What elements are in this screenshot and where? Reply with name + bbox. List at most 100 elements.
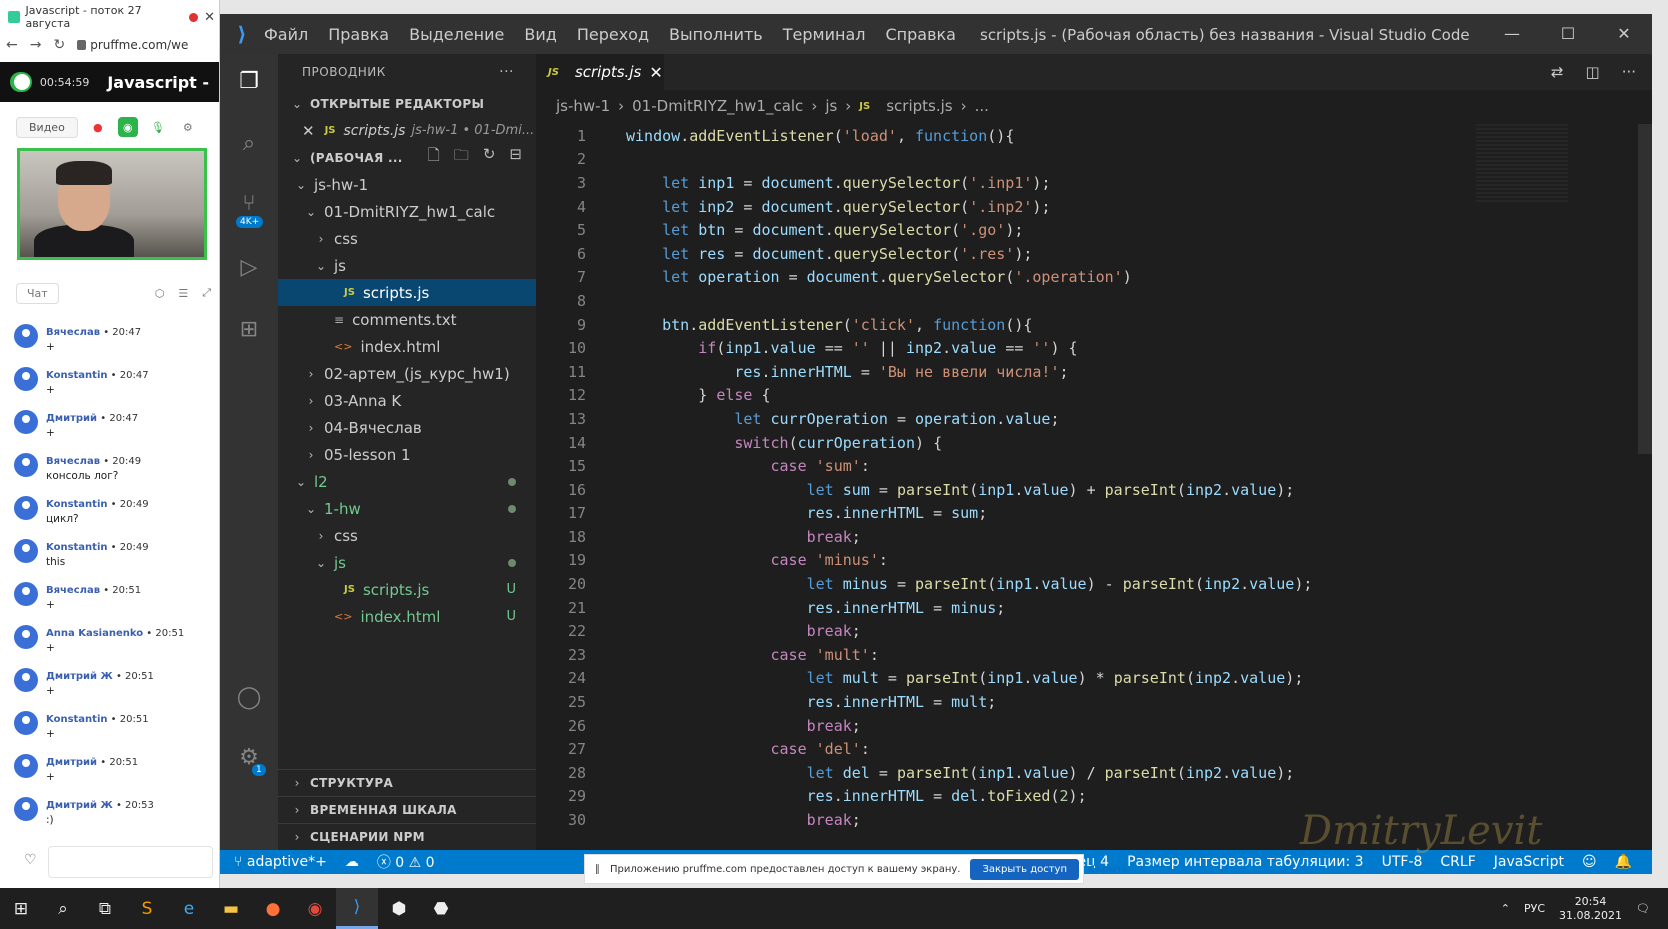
explorer-icon[interactable]: ❐ <box>232 64 266 98</box>
end-of-line[interactable]: CRLF <box>1440 854 1475 870</box>
record-icon[interactable]: ● <box>88 117 108 137</box>
tree-item[interactable]: JS scripts.js <box>278 279 536 306</box>
address-bar[interactable]: pruffme.com/we <box>77 38 188 52</box>
chat-tab[interactable]: Чат <box>16 282 59 304</box>
maximize-icon[interactable]: ☐ <box>1540 14 1596 54</box>
breadcrumb-item[interactable]: scripts.js <box>886 97 952 115</box>
more-actions-icon[interactable]: ··· <box>499 64 514 80</box>
settings-icon[interactable]: ⚙ <box>178 117 198 137</box>
close-tab-icon[interactable]: ✕ <box>649 63 662 82</box>
menu-item[interactable]: Терминал <box>783 25 866 44</box>
feedback-icon[interactable]: ☺ <box>1582 854 1597 870</box>
tree-item[interactable]: › 03-Anna K <box>278 387 536 414</box>
close-editor-icon[interactable]: ✕ <box>302 122 315 140</box>
account-icon[interactable]: ◯ <box>232 680 266 714</box>
tree-item[interactable]: ⌄ 01-DmitRIYZ_hw1_calc <box>278 198 536 225</box>
tab-size[interactable]: Размер интервала табуляции: 3 <box>1127 854 1364 870</box>
new-folder-icon[interactable]: 🗀 <box>454 145 469 170</box>
windows-start-icon[interactable]: ⊞ <box>0 888 42 929</box>
minimap[interactable] <box>1476 124 1568 204</box>
refresh-icon[interactable]: ↻ <box>483 145 496 170</box>
tree-item[interactable]: <> index.html U <box>278 603 536 630</box>
back-icon[interactable]: ← <box>6 37 18 53</box>
tree-item[interactable]: › css <box>278 522 536 549</box>
reload-icon[interactable]: ↻ <box>53 37 65 53</box>
sublime-text-icon[interactable]: S <box>126 888 168 929</box>
open-editor-item[interactable]: ✕ JS scripts.js js-hw-1 • 01-Dmi... <box>278 117 536 144</box>
extensions-icon[interactable]: ⊞ <box>232 312 266 346</box>
tab-scripts-js[interactable]: JS scripts.js ✕ <box>536 54 664 90</box>
tree-item[interactable]: JS scripts.js U <box>278 576 536 603</box>
app2-icon[interactable]: ⬣ <box>420 888 462 929</box>
breadcrumb-item[interactable]: 01-DmitRIYZ_hw1_calc <box>632 97 803 115</box>
minimize-icon[interactable]: — <box>1484 14 1540 54</box>
open-editors-section[interactable]: ⌄ ОТКРЫТЫЕ РЕДАКТОРЫ <box>278 90 536 117</box>
problems-item[interactable]: ⓧ 0 ⚠ 0 <box>377 852 435 872</box>
search-icon[interactable]: ⌕ <box>232 126 266 160</box>
panel-section[interactable]: › СЦЕНАРИИ NPM <box>278 823 536 850</box>
tree-item[interactable]: ⌄ l2 <box>278 468 536 495</box>
heart-icon[interactable]: ♡ <box>24 852 37 868</box>
collapse-all-icon[interactable]: ⊟ <box>509 145 522 170</box>
breadcrumb-item[interactable]: js <box>825 97 837 115</box>
tray-chevron-icon[interactable]: ⌃ <box>1501 902 1510 915</box>
expand-icon[interactable]: ⤢ <box>202 286 211 300</box>
chrome-icon[interactable]: ◉ <box>294 888 336 929</box>
task-view-icon[interactable]: ⧉ <box>84 888 126 929</box>
tree-item[interactable]: ⌄ js-hw-1 <box>278 171 536 198</box>
tree-item[interactable]: ≡ comments.txt <box>278 306 536 333</box>
video-tab[interactable]: Видео <box>16 116 78 138</box>
stop-sharing-button[interactable]: Закрыть доступ <box>970 858 1079 880</box>
workspace-section[interactable]: ⌄ (РАБОЧАЯ ... 🗋 🗀 ↻ ⊟ <box>278 144 536 171</box>
menu-item[interactable]: Правка <box>328 25 389 44</box>
menu-item[interactable]: Вид <box>524 25 556 44</box>
app-icon[interactable]: ⬢ <box>378 888 420 929</box>
search-icon[interactable]: ⌕ <box>42 888 84 929</box>
firefox-icon[interactable]: ● <box>252 888 294 929</box>
menu-item[interactable]: Справка <box>885 25 956 44</box>
breadcrumb-item[interactable]: ... <box>975 97 989 115</box>
clock[interactable]: 20:54 31.08.2021 <box>1559 895 1622 923</box>
broadcast-toggle[interactable] <box>10 72 32 92</box>
compare-icon[interactable]: ⇄ <box>1551 63 1564 81</box>
breadcrumb-item[interactable]: js-hw-1 <box>556 97 610 115</box>
close-tab-icon[interactable]: ✕ <box>204 10 215 25</box>
code-editor[interactable]: 1 window.addEventListener('load', functio… <box>536 124 1466 832</box>
encoding[interactable]: UTF-8 <box>1382 854 1423 870</box>
tree-item[interactable]: ⌄ 1-hw <box>278 495 536 522</box>
close-window-icon[interactable]: ✕ <box>1596 14 1652 54</box>
language-mode[interactable]: JavaScript <box>1494 854 1564 870</box>
new-file-icon[interactable]: 🗋 <box>428 145 440 170</box>
tree-item[interactable]: › 05-lesson 1 <box>278 441 536 468</box>
menu-item[interactable]: Выполнить <box>669 25 763 44</box>
more-icon[interactable]: ··· <box>1622 63 1636 81</box>
microphone-icon[interactable]: 🎙 <box>148 117 168 137</box>
tree-item[interactable]: › 04-Вячеслав <box>278 414 536 441</box>
source-control-icon[interactable]: ⑂ <box>232 186 266 220</box>
split-editor-icon[interactable]: ◫ <box>1586 63 1600 81</box>
panel-section[interactable]: › ВРЕМЕННАЯ ШКАЛА <box>278 796 536 823</box>
menu-icon[interactable]: ☰ <box>178 287 188 300</box>
notification-center-icon[interactable]: 🗨 <box>1636 902 1650 915</box>
forward-icon[interactable]: → <box>30 37 42 53</box>
hide-button[interactable]: Скрыть <box>1089 864 1128 875</box>
panel-section[interactable]: › СТРУКТУРА <box>278 769 536 796</box>
tree-item[interactable]: <> index.html <box>278 333 536 360</box>
tree-item[interactable]: › css <box>278 225 536 252</box>
menu-item[interactable]: Файл <box>264 25 308 44</box>
chat-input[interactable] <box>48 846 213 878</box>
browser-tab[interactable]: Javascript - поток 27 августа ✕ <box>8 4 215 30</box>
notifications-icon[interactable]: 🔔 <box>1615 854 1632 870</box>
run-debug-icon[interactable]: ▷ <box>232 250 266 284</box>
edge-icon[interactable]: e <box>168 888 210 929</box>
menu-item[interactable]: Переход <box>577 25 649 44</box>
tree-item[interactable]: › 02-артем_(js_курс_hw1) <box>278 360 536 387</box>
vscode-taskbar-icon[interactable]: ⟩ <box>336 888 378 929</box>
editor-scrollbar[interactable] <box>1638 124 1652 454</box>
tree-item[interactable]: ⌄ js <box>278 549 536 576</box>
input-language[interactable]: РУС <box>1524 902 1545 915</box>
cube-icon[interactable]: ⬡ <box>155 287 165 300</box>
file-explorer-icon[interactable]: ▬ <box>210 888 252 929</box>
menu-item[interactable]: Выделение <box>409 25 504 44</box>
branch-item[interactable]: ⑂ adaptive*+ <box>234 854 327 870</box>
